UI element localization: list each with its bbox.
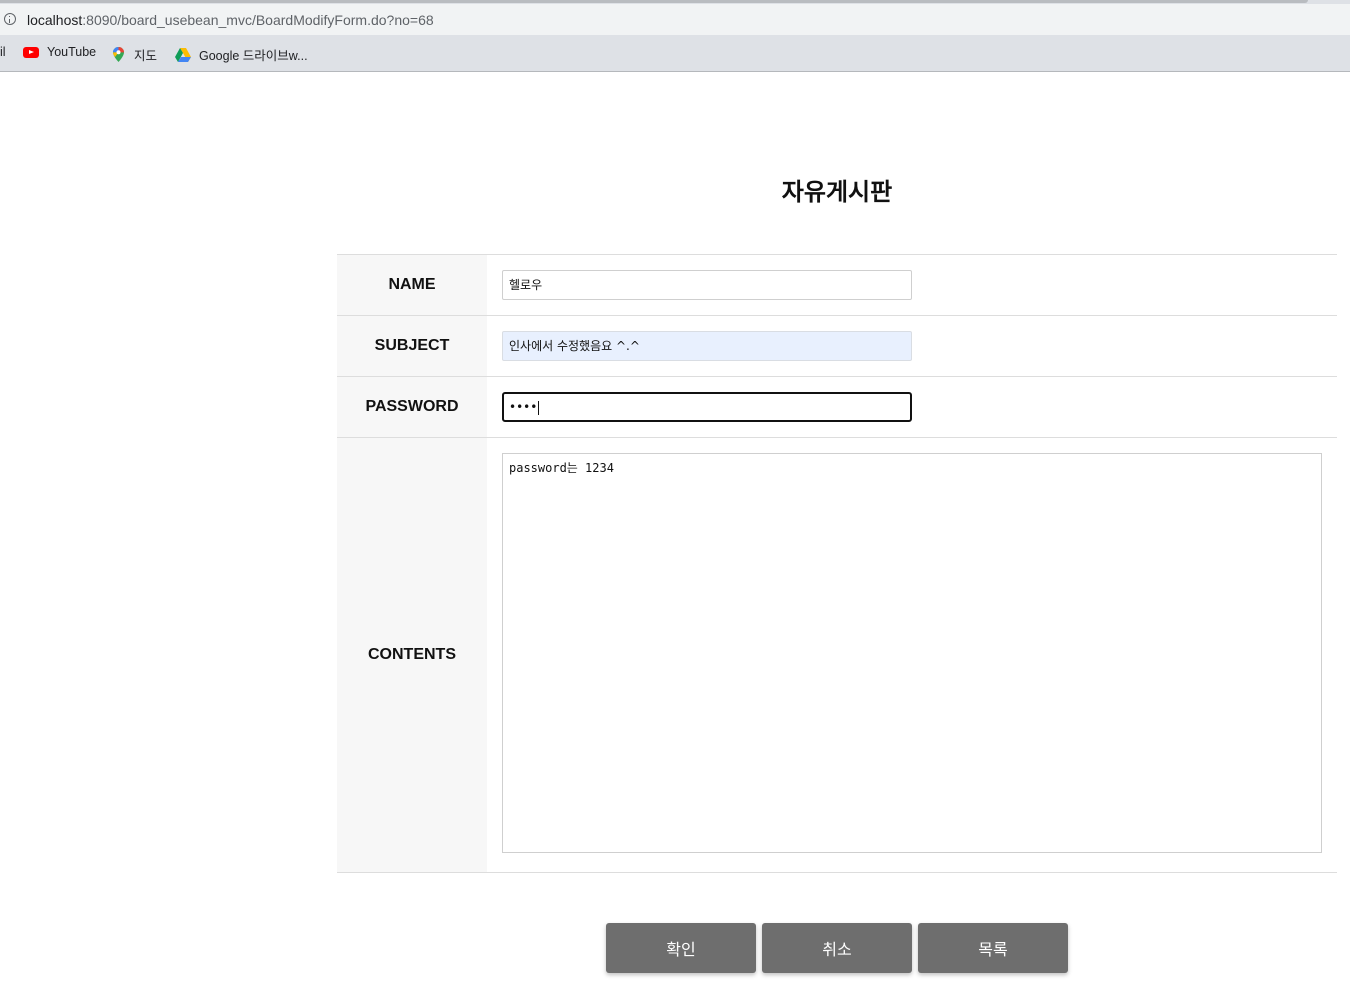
bookmark-youtube-label: YouTube xyxy=(47,45,97,59)
contents-row: CONTENTS password는 1234 xyxy=(337,438,1337,873)
bookmark-drive-label: Google 드라이브w... xyxy=(199,49,308,63)
subject-field-cell: 인사에서 수정했음요 ^.^ xyxy=(487,316,1337,376)
list-button[interactable]: 목록 xyxy=(918,923,1068,973)
name-input[interactable]: 헬로우 xyxy=(502,270,912,300)
contents-field-cell: password는 1234 xyxy=(487,438,1337,872)
google-drive-icon xyxy=(175,47,191,62)
password-row: PASSWORD •••• xyxy=(337,377,1337,438)
subject-row: SUBJECT 인사에서 수정했음요 ^.^ xyxy=(337,316,1337,377)
contents-label: CONTENTS xyxy=(337,438,487,872)
map-pin-icon xyxy=(113,47,124,62)
url-path: :8090/board_usebean_mvc/BoardModifyForm.… xyxy=(82,12,434,28)
page-title: 자유게시판 xyxy=(781,178,893,206)
bookmark-truncated[interactable]: il xyxy=(0,45,6,59)
button-bar: 확인 취소 목록 xyxy=(606,923,1068,973)
name-field-cell: 헬로우 xyxy=(487,255,1337,315)
bookmark-drive[interactable]: Google 드라이브w... xyxy=(175,45,308,64)
address-bar[interactable]: localhost:8090/board_usebean_mvc/BoardMo… xyxy=(0,4,1350,35)
bookmarks-bar: il YouTube 지도 Google 드라이브w... xyxy=(0,35,1350,72)
url-host: localhost xyxy=(27,12,83,28)
confirm-button[interactable]: 확인 xyxy=(606,923,756,973)
subject-label: SUBJECT xyxy=(337,316,487,376)
password-input[interactable]: •••• xyxy=(502,392,912,422)
youtube-icon xyxy=(23,46,39,58)
bookmark-youtube[interactable]: YouTube xyxy=(23,45,96,59)
password-label: PASSWORD xyxy=(337,377,487,437)
text-caret xyxy=(538,400,540,415)
subject-input[interactable]: 인사에서 수정했음요 ^.^ xyxy=(502,331,912,361)
active-tab-edge xyxy=(0,0,1308,3)
bookmark-maps-label: 지도 xyxy=(134,49,158,63)
contents-textarea[interactable]: password는 1234 xyxy=(502,453,1322,853)
name-row: NAME 헬로우 xyxy=(337,255,1337,316)
password-mask: •••• xyxy=(509,400,538,414)
cancel-button[interactable]: 취소 xyxy=(762,923,912,973)
board-modify-form: NAME 헬로우 SUBJECT 인사에서 수정했음요 ^.^ PASSWORD… xyxy=(337,254,1337,873)
info-icon[interactable] xyxy=(4,13,16,25)
password-field-cell: •••• xyxy=(487,377,1337,437)
url-text[interactable]: localhost:8090/board_usebean_mvc/BoardMo… xyxy=(27,12,434,28)
bookmark-maps[interactable]: 지도 xyxy=(113,45,157,64)
name-label: NAME xyxy=(337,255,487,315)
